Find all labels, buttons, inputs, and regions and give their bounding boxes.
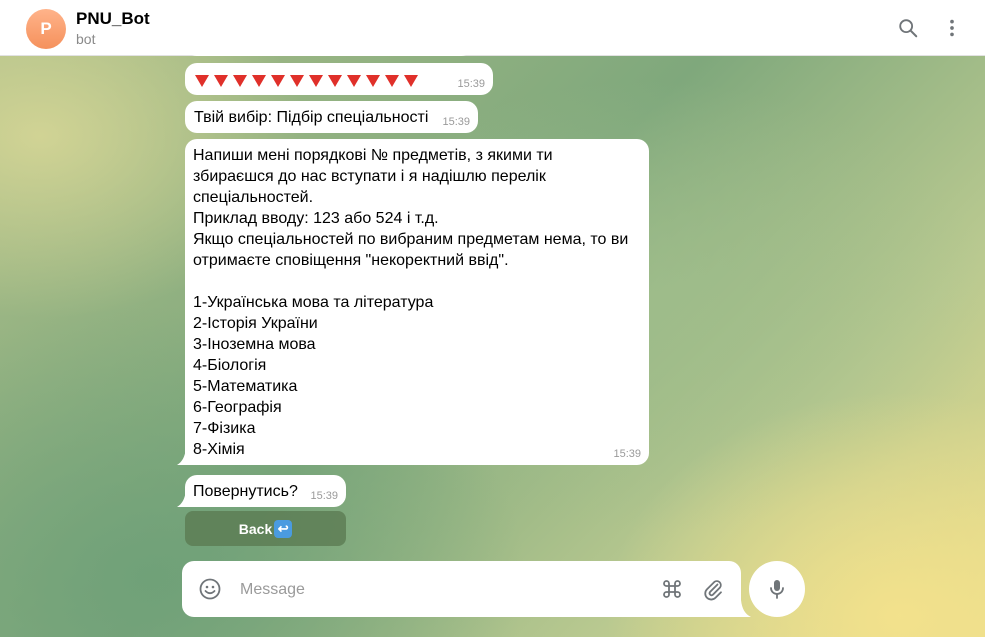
- more-vertical-icon[interactable]: [940, 16, 964, 40]
- red-triangle-icon: [233, 74, 247, 87]
- chat-subtitle: bot: [76, 31, 96, 47]
- avatar[interactable]: P: [26, 9, 66, 49]
- red-triangle-icon: [385, 74, 399, 87]
- message-text: Твій вибір: Підбір спеціальності: [194, 109, 429, 126]
- microphone-icon: [770, 580, 784, 599]
- message-bubble[interactable]: Повернутись? 15:39: [177, 475, 346, 507]
- red-triangle-icon: [214, 74, 228, 87]
- message-time: 15:39: [613, 448, 641, 460]
- message-composer: [182, 561, 741, 617]
- message-bubble[interactable]: Напиши мені порядкові № предметів, з яки…: [177, 139, 649, 465]
- message-time: 15:39: [457, 78, 485, 90]
- chat-header: P PNU_Bot bot: [0, 0, 985, 56]
- message-time: 15:39: [442, 116, 470, 128]
- message-bubble[interactable]: 15:39: [185, 63, 493, 95]
- message-input[interactable]: [238, 578, 642, 602]
- red-triangle-icon: [290, 74, 304, 87]
- search-icon[interactable]: [896, 16, 920, 40]
- message-bubble[interactable]: Твій вибір: Підбір спеціальності 15:39: [185, 101, 478, 133]
- bubble-tail: [177, 448, 186, 465]
- red-triangle-icon: [347, 74, 361, 87]
- back-button-label: Back: [238, 520, 273, 537]
- red-triangle-icon: [271, 74, 285, 87]
- red-triangle-icon: [309, 74, 323, 87]
- message-time: 15:39: [310, 490, 338, 502]
- message-text: Напиши мені порядкові № предметів, з яки…: [193, 147, 629, 458]
- return-arrow-icon: ↩: [274, 519, 293, 538]
- smiley-icon[interactable]: [198, 577, 222, 601]
- command-icon[interactable]: [660, 577, 684, 601]
- composer-tail: [741, 600, 751, 617]
- message-text: Повернутись?: [193, 483, 298, 500]
- microphone-button[interactable]: [749, 561, 805, 617]
- triangle-indicator-row: [195, 72, 423, 87]
- back-button[interactable]: Back ↩: [185, 511, 346, 546]
- red-triangle-icon: [195, 74, 209, 87]
- chat-title[interactable]: PNU_Bot: [76, 9, 150, 29]
- red-triangle-icon: [404, 74, 418, 87]
- red-triangle-icon: [328, 74, 342, 87]
- red-triangle-icon: [252, 74, 266, 87]
- red-triangle-icon: [366, 74, 380, 87]
- bubble-tail: [177, 490, 186, 507]
- previous-message-bubble: [185, 44, 473, 56]
- paperclip-icon[interactable]: [701, 577, 725, 601]
